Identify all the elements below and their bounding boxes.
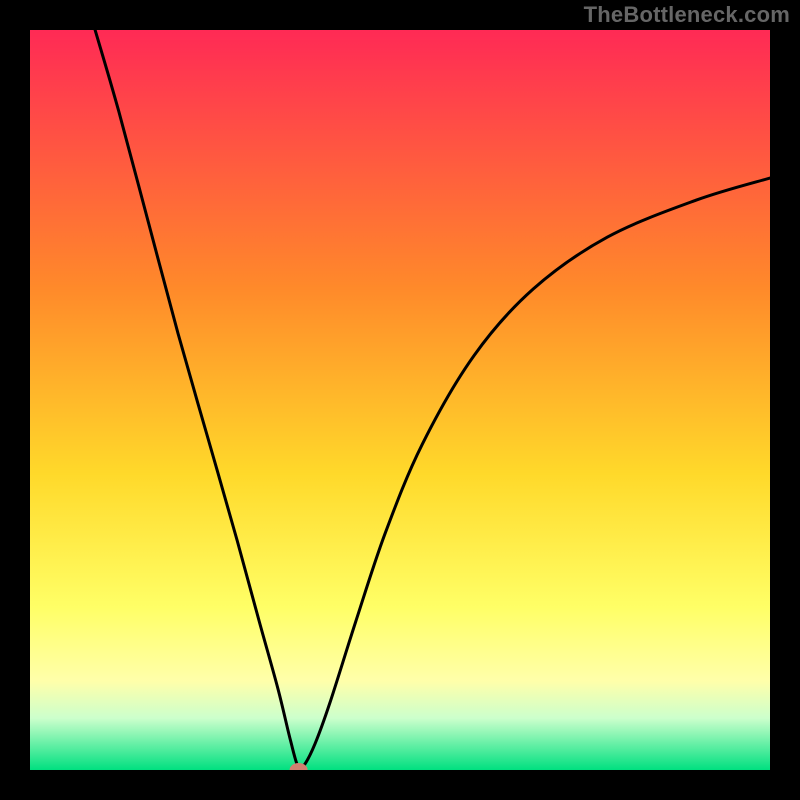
bottleneck-chart	[0, 0, 800, 800]
plot-background	[30, 30, 770, 770]
chart-root: { "watermark": "TheBottleneck.com", "cha…	[0, 0, 800, 800]
watermark-text: TheBottleneck.com	[584, 2, 790, 28]
